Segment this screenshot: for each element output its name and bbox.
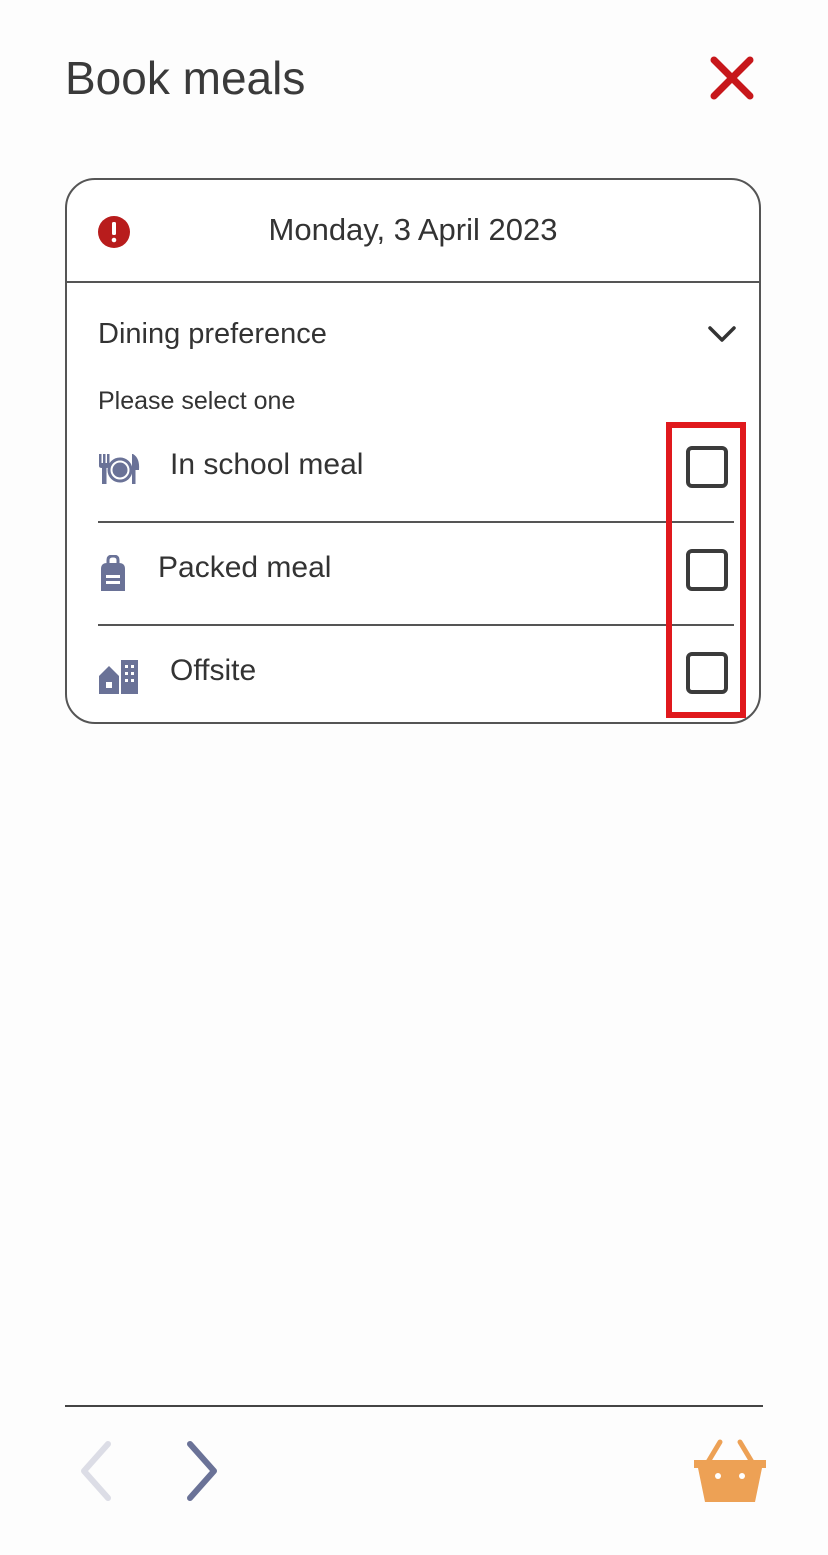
- next-button[interactable]: [176, 1438, 226, 1504]
- option-packed-meal: Packed meal: [98, 523, 734, 626]
- booking-date: Monday, 3 April 2023: [268, 212, 558, 247]
- in-school-meal-checkbox[interactable]: [686, 446, 728, 488]
- close-icon: [710, 56, 754, 100]
- previous-button[interactable]: [72, 1438, 122, 1504]
- buildings-icon: [99, 660, 138, 694]
- chevron-down-icon: [708, 326, 736, 342]
- lunch-bag-icon: [101, 555, 125, 591]
- dining-preference-toggle[interactable]: Dining preference: [98, 314, 738, 354]
- chevron-left-icon: [81, 1441, 111, 1501]
- option-offsite: Offsite: [98, 626, 734, 729]
- option-in-school-meal: In school meal: [98, 420, 734, 523]
- dining-preference-title: Dining preference: [98, 318, 327, 350]
- meal-booking-card: Monday, 3 April 2023 Dining preference P…: [65, 178, 761, 724]
- chevron-right-icon: [187, 1441, 217, 1501]
- basket-icon: [694, 1439, 766, 1502]
- packed-meal-checkbox[interactable]: [686, 549, 728, 591]
- close-button[interactable]: [706, 52, 758, 104]
- option-label: Offsite: [170, 654, 257, 687]
- offsite-checkbox[interactable]: [686, 652, 728, 694]
- option-label: In school meal: [170, 448, 364, 481]
- basket-button[interactable]: [692, 1436, 768, 1506]
- footer-divider: [65, 1405, 763, 1407]
- card-header: Monday, 3 April 2023: [67, 180, 759, 283]
- plate-cutlery-icon: [99, 454, 140, 484]
- option-label: Packed meal: [158, 551, 332, 584]
- selection-hint: Please select one: [98, 387, 296, 415]
- page-title: Book meals: [65, 52, 306, 104]
